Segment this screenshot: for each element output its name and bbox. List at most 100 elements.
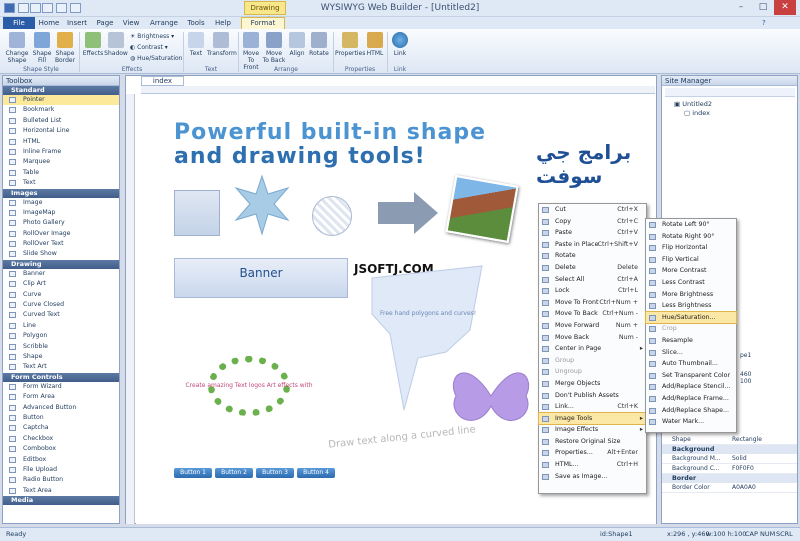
prop-cat-border[interactable]: Border: [662, 474, 797, 483]
open-icon[interactable]: [30, 3, 41, 13]
brightness-button[interactable]: ☀ Brightness ▾: [130, 33, 174, 40]
prop-row-shape[interactable]: Shape Rectangle: [662, 435, 797, 445]
prop-row-border-color[interactable]: Border Color A0A0A0: [662, 483, 797, 493]
toolbox-item-text[interactable]: Text: [3, 178, 119, 188]
headline-1[interactable]: Powerful built-in shape: [174, 120, 486, 145]
button-1[interactable]: Button 1: [174, 468, 212, 478]
close-icon[interactable]: ✕: [774, 0, 796, 15]
context-menu-item-cut[interactable]: Cut Ctrl+X: [539, 204, 646, 216]
submenu-item-rotate-left-90[interactable]: Rotate Left 90°: [646, 219, 736, 231]
site-root[interactable]: ▣ Untitled2: [674, 100, 712, 108]
circular-text-art[interactable]: Create amazing Text logos Art effects wi…: [174, 316, 324, 456]
tab-arrange[interactable]: Arrange: [150, 17, 178, 29]
submenu-item-less-brightness[interactable]: Less Brightness: [646, 300, 736, 312]
toolbox-item-image[interactable]: Image: [3, 198, 119, 208]
context-menu-item-copy[interactable]: Copy Ctrl+C: [539, 216, 646, 228]
context-menu-item-center-in-page[interactable]: Center in Page ▸: [539, 343, 646, 355]
context-menu-item-html[interactable]: HTML... Ctrl+H: [539, 459, 646, 471]
toolbox-item-advanced-button[interactable]: Advanced Button: [3, 403, 119, 413]
prop-row-bg-mode[interactable]: Background M... Solid: [662, 454, 797, 464]
context-menu-item-move-back[interactable]: Move Back Num -: [539, 332, 646, 344]
arabic-text[interactable]: برامج جي سوفت: [536, 140, 656, 188]
globe-icon[interactable]: [70, 3, 81, 13]
context-menu-item-move-to-front[interactable]: Move To Front Ctrl+Num +: [539, 297, 646, 309]
context-menu-item-select-all[interactable]: Select All Ctrl+A: [539, 274, 646, 286]
context-menu-item-link[interactable]: Link... Ctrl+K: [539, 401, 646, 413]
rotate-button[interactable]: Rotate: [308, 32, 330, 57]
toolbox-category-images[interactable]: Images: [3, 188, 119, 198]
toolbox-item-editbox[interactable]: Editbox: [3, 455, 119, 465]
tab-view[interactable]: View: [120, 17, 142, 29]
toolbox-category-standard[interactable]: Standard: [3, 86, 119, 95]
button-3[interactable]: Button 3: [256, 468, 294, 478]
banner-shape[interactable]: Banner: [174, 258, 348, 298]
minimize-icon[interactable]: –: [730, 0, 752, 15]
toolbox-item-curved-text[interactable]: Curved Text: [3, 310, 119, 320]
change-shape-button[interactable]: Change Shape: [4, 32, 30, 64]
curved-text[interactable]: Draw text along a curved line: [328, 424, 476, 450]
save-icon[interactable]: [42, 3, 53, 13]
tab-index[interactable]: index: [141, 76, 184, 86]
tab-home[interactable]: Home: [38, 17, 60, 29]
toolbox-item-rollover-image[interactable]: RollOver Image: [3, 229, 119, 239]
toolbox-item-combobox[interactable]: Combobox: [3, 444, 119, 454]
context-menu-item-move-to-back[interactable]: Move To Back Ctrl+Num -: [539, 308, 646, 320]
button-2[interactable]: Button 2: [215, 468, 253, 478]
submenu-item-less-contrast[interactable]: Less Contrast: [646, 277, 736, 289]
prop-row-bg-color[interactable]: Background C... F0F0F0: [662, 464, 797, 474]
move-to-back-button[interactable]: Move To Back: [262, 32, 286, 64]
submenu-item-set-transparent-color[interactable]: Set Transparent Color: [646, 370, 736, 382]
submenu-item-crop[interactable]: Crop: [646, 323, 736, 335]
submenu-item-add-replace-shape[interactable]: Add/Replace Shape...: [646, 405, 736, 417]
toolbox-item-text-area[interactable]: Text Area: [3, 486, 119, 496]
toolbox-item-pointer[interactable]: Pointer: [3, 95, 119, 106]
tab-help[interactable]: Help: [214, 17, 232, 29]
toolbox-item-imagemap[interactable]: ImageMap: [3, 208, 119, 218]
toolbox-item-inline-frame[interactable]: Inline Frame: [3, 147, 119, 157]
toolbox-item-polygon[interactable]: Polygon: [3, 331, 119, 341]
toolbox-item-curve-closed[interactable]: Curve Closed: [3, 300, 119, 310]
toolbox-item-html[interactable]: HTML: [3, 137, 119, 147]
shape-fill-button[interactable]: Shape Fill: [31, 32, 53, 64]
toolbox-item-captcha[interactable]: Captcha: [3, 423, 119, 433]
submenu-item-water-mark[interactable]: Water Mark...: [646, 416, 736, 428]
rectangle-shape[interactable]: [174, 190, 220, 236]
submenu-item-flip-horizontal[interactable]: Flip Horizontal: [646, 242, 736, 254]
toolbox-item-banner[interactable]: Banner: [3, 269, 119, 279]
toolbox-item-button[interactable]: Button: [3, 413, 119, 423]
tab-page[interactable]: Page: [94, 17, 116, 29]
text-button[interactable]: Text: [186, 32, 206, 57]
submenu-item-rotate-right-90[interactable]: Rotate Right 90°: [646, 231, 736, 243]
submenu-item-hue-saturation[interactable]: Hue/Saturation...: [645, 310, 737, 325]
help-icon[interactable]: ?: [762, 19, 766, 27]
link-button[interactable]: Link: [390, 32, 410, 57]
toolbox-item-file-upload[interactable]: File Upload: [3, 465, 119, 475]
headline-2[interactable]: and drawing tools!: [174, 144, 426, 169]
context-menu-item-delete[interactable]: Delete Delete: [539, 262, 646, 274]
submenu-item-slice[interactable]: Slice...: [646, 347, 736, 359]
toolbox-item-form-wizard[interactable]: Form Wizard: [3, 382, 119, 392]
shape-border-button[interactable]: Shape Border: [54, 32, 76, 64]
arrow-shape[interactable]: [376, 190, 440, 236]
button-4[interactable]: Button 4: [297, 468, 335, 478]
site-page-index[interactable]: ▢ index: [684, 109, 710, 117]
toolbox-item-form-area[interactable]: Form Area: [3, 392, 119, 402]
toolbox-category-form-controls[interactable]: Form Controls: [3, 372, 119, 382]
toolbox-item-curve[interactable]: Curve: [3, 290, 119, 300]
butterfly-shape[interactable]: [446, 356, 536, 436]
star-shape[interactable]: [232, 174, 292, 236]
contrast-button[interactable]: ◐ Contrast ▾: [130, 44, 168, 51]
undo-icon[interactable]: [56, 3, 67, 13]
context-menu-item-don-t-publish-assets[interactable]: Don't Publish Assets: [539, 390, 646, 402]
context-menu-item-paste[interactable]: Paste Ctrl+V: [539, 227, 646, 239]
tab-format[interactable]: Format: [241, 17, 285, 29]
circle-shape[interactable]: [312, 196, 352, 236]
toolbox-item-radio-button[interactable]: Radio Button: [3, 475, 119, 485]
toolbox-item-horizontal-line[interactable]: Horizontal Line: [3, 126, 119, 136]
transform-button[interactable]: Transform: [207, 32, 237, 57]
context-menu-item-lock[interactable]: Lock Ctrl+L: [539, 285, 646, 297]
maximize-icon[interactable]: □: [752, 0, 774, 15]
tab-file[interactable]: File: [3, 17, 35, 29]
submenu-item-add-replace-stencil[interactable]: Add/Replace Stencil...: [646, 381, 736, 393]
submenu-item-add-replace-frame[interactable]: Add/Replace Frame...: [646, 393, 736, 405]
